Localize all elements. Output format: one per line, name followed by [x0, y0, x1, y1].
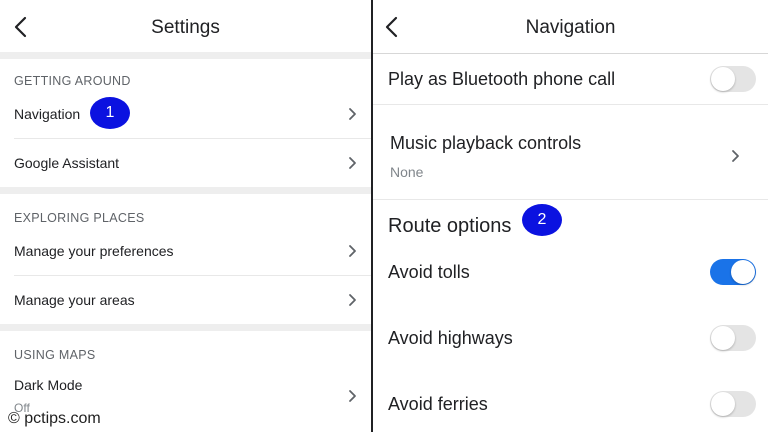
section-divider: [0, 324, 371, 331]
chevron-right-icon: [349, 245, 356, 257]
settings-item-manage-areas[interactable]: Manage your areas: [0, 277, 371, 323]
row-divider: [14, 138, 371, 139]
settings-item-manage-preferences[interactable]: Manage your preferences: [0, 228, 371, 274]
section-divider: [0, 187, 371, 194]
chevron-right-icon: [349, 294, 356, 306]
settings-item-label: Manage your areas: [14, 292, 135, 308]
toggle-knob: [711, 326, 735, 350]
avoid-tolls-label: Avoid tolls: [388, 262, 470, 282]
row-divider: [373, 104, 768, 105]
chevron-right-icon: [732, 150, 739, 162]
settings-item-google-assistant[interactable]: Google Assistant: [0, 140, 371, 186]
settings-pane: Settings GETTING AROUND Navigation 1 Goo…: [0, 0, 371, 432]
avoid-ferries-toggle[interactable]: [710, 391, 756, 417]
chevron-right-icon: [349, 157, 356, 169]
music-playback-row[interactable]: Music playback controls None: [373, 115, 768, 195]
annotation-badge-1: 1: [90, 97, 130, 129]
avoid-tolls-row[interactable]: Avoid tolls: [373, 250, 768, 294]
settings-item-label: Dark Mode: [14, 377, 83, 393]
settings-item-label: Manage your preferences: [14, 243, 174, 259]
settings-item-label: Google Assistant: [14, 155, 120, 171]
bluetooth-call-toggle[interactable]: [710, 66, 756, 92]
section-divider: [0, 52, 371, 59]
watermark-text: © pctips.com: [8, 410, 101, 427]
section-header-getting-around: GETTING AROUND: [14, 74, 131, 88]
page-title: Navigation: [525, 17, 616, 38]
avoid-highways-label: Avoid highways: [388, 328, 513, 348]
music-playback-label: Music playback controls: [390, 133, 582, 153]
row-divider: [373, 199, 768, 200]
settings-item-label: Navigation: [14, 106, 81, 122]
avoid-ferries-label: Avoid ferries: [388, 394, 488, 414]
avoid-tolls-toggle[interactable]: [710, 259, 756, 285]
toggle-knob: [711, 67, 735, 91]
music-playback-value: None: [390, 164, 424, 180]
settings-item-navigation[interactable]: Navigation: [0, 92, 371, 136]
page-title: Settings: [151, 17, 220, 38]
header-shadow: [373, 53, 768, 54]
navigation-pane: Navigation Play as Bluetooth phone call …: [373, 0, 768, 432]
avoid-highways-row[interactable]: Avoid highways: [373, 316, 768, 360]
toggle-knob: [711, 392, 735, 416]
annotation-badge-2: 2: [522, 204, 562, 236]
section-header-exploring-places: EXPLORING PLACES: [14, 211, 145, 225]
chevron-right-icon: [349, 390, 356, 402]
toggle-knob: [731, 260, 755, 284]
settings-header: Settings: [0, 0, 371, 52]
chevron-right-icon: [349, 108, 356, 120]
section-header-using-maps: USING MAPS: [14, 348, 96, 362]
bluetooth-call-row[interactable]: Play as Bluetooth phone call: [373, 56, 768, 104]
navigation-header: Navigation: [373, 0, 768, 52]
row-divider: [14, 275, 371, 276]
route-options-heading: Route options: [388, 215, 512, 237]
avoid-highways-toggle[interactable]: [710, 325, 756, 351]
avoid-ferries-row[interactable]: Avoid ferries: [373, 382, 768, 426]
bluetooth-call-label: Play as Bluetooth phone call: [388, 69, 616, 89]
